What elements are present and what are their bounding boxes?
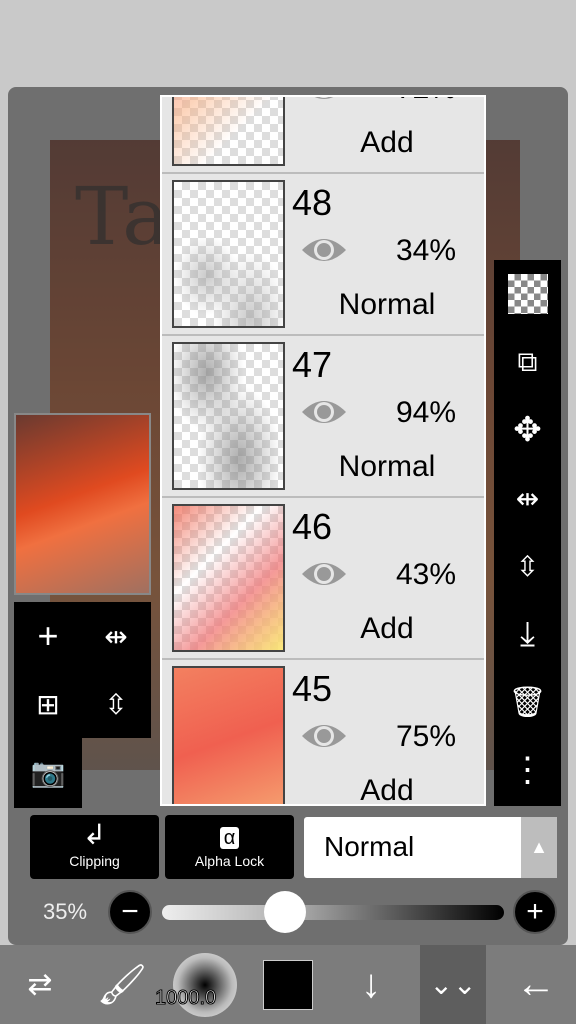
eye-icon[interactable] [300, 234, 348, 266]
opacity-decrease-button[interactable]: − [108, 890, 152, 934]
layer-list[interactable]: 72% Add 48 34% Normal 47 94% Normal 46 4… [160, 95, 486, 806]
layer-row[interactable]: 45 75% Add [162, 660, 484, 806]
blend-mode-value: Normal [324, 831, 415, 862]
layer-blend-mode: Add [360, 612, 414, 645]
more-icon[interactable]: ⋮ [494, 736, 561, 804]
layer-opacity: 43% [395, 558, 456, 591]
opacity-slider[interactable] [162, 905, 504, 920]
opacity-slider-handle[interactable] [264, 891, 306, 933]
lock-icon: α [165, 815, 294, 853]
opacity-increase-button[interactable]: + [513, 890, 557, 934]
eye-icon[interactable] [300, 558, 348, 590]
move-icon[interactable]: ✥ [494, 396, 561, 464]
canvas-thumbnail[interactable] [14, 413, 151, 595]
layer-thumbnail [172, 342, 285, 490]
layer-thumbnail [172, 97, 285, 166]
camera-icon: 📷 [30, 756, 66, 788]
layer-opacity: 72% [396, 97, 456, 106]
clipping-arrow-icon: ↲ [82, 819, 107, 850]
layer-row[interactable]: 72% Add [162, 95, 484, 174]
flip-icon[interactable]: ⇹ [82, 602, 150, 670]
layer-opacity: 75% [395, 720, 456, 753]
left-toolbar: + ⇹ ⊞ ⇳ [14, 602, 151, 738]
trash-icon[interactable]: 🗑 [494, 668, 561, 736]
flip-horizontal-icon[interactable]: ⇹ [494, 464, 561, 532]
layer-panel-toggle-icon[interactable]: ⌄⌄ [420, 945, 486, 1024]
brush-icon[interactable]: 🖌 [92, 945, 152, 1024]
eye-icon[interactable] [300, 396, 348, 428]
tool-switch-icon[interactable]: ⇄ [10, 945, 70, 1024]
back-arrow-icon[interactable]: ← [506, 945, 566, 1024]
layer-row[interactable]: 46 43% Add [162, 498, 484, 660]
layer-number: 45 [292, 668, 333, 709]
layer-blend-mode: Normal [338, 288, 436, 321]
primary-color-swatch [263, 959, 313, 1010]
duplicate-layer-icon[interactable]: ⊞ [14, 670, 82, 738]
color-button[interactable] [262, 945, 314, 1024]
clipping-label: Clipping [69, 853, 120, 869]
brush-size-button[interactable]: 1000.0 [154, 945, 238, 1024]
merge-down-icon[interactable]: ⤓ [494, 600, 561, 668]
layer-opacity: 34% [395, 234, 456, 267]
bottom-toolbar: ⇄ 🖌 1000.0 ↓ ⌄⌄ ← [0, 945, 576, 1024]
flip-vertical-icon[interactable]: ⇳ [82, 670, 150, 738]
brush-size-value: 1000.0 [154, 986, 217, 1009]
alpha-lock-label: Alpha Lock [194, 853, 265, 869]
layer-blend-mode: Add [360, 774, 414, 806]
layer-thumbnail [172, 504, 285, 652]
add-layer-icon[interactable]: + [14, 602, 82, 670]
layer-opacity: 94% [395, 396, 456, 429]
clipping-button[interactable]: ↲ Clipping [30, 815, 159, 879]
eye-icon[interactable] [300, 95, 348, 104]
layer-thumbnail [172, 666, 285, 804]
right-toolbar: ⧉ ✥ ⇹ ⇳ ⤓ 🗑 ⋮ [494, 260, 561, 806]
blend-mode-select[interactable]: Normal ▲ [304, 817, 557, 878]
layer-row[interactable]: 47 94% Normal [162, 336, 484, 498]
checker-icon[interactable] [494, 260, 561, 328]
layer-number: 46 [292, 506, 333, 547]
arrow-down-icon[interactable]: ↓ [345, 945, 397, 1024]
layer-number: 48 [292, 182, 333, 223]
eye-icon[interactable] [300, 720, 348, 752]
layer-thumbnail [172, 180, 285, 328]
layer-blend-mode: Normal [338, 450, 436, 483]
opacity-value: 35% [43, 899, 88, 924]
layer-number: 47 [292, 344, 333, 385]
flip-vertical-icon[interactable]: ⇳ [494, 532, 561, 600]
copy-transfer-icon[interactable]: ⧉ [494, 328, 561, 396]
layer-blend-mode: Add [360, 126, 414, 159]
camera-button[interactable]: 📷 [14, 738, 82, 808]
alpha-lock-button[interactable]: α Alpha Lock [165, 815, 294, 879]
brush-preview: 1000.0 [154, 952, 237, 1017]
layer-row[interactable]: 48 34% Normal [162, 174, 484, 336]
canvas-text: Ta [75, 170, 170, 263]
triangle-up-icon[interactable]: ▲ [521, 817, 557, 878]
